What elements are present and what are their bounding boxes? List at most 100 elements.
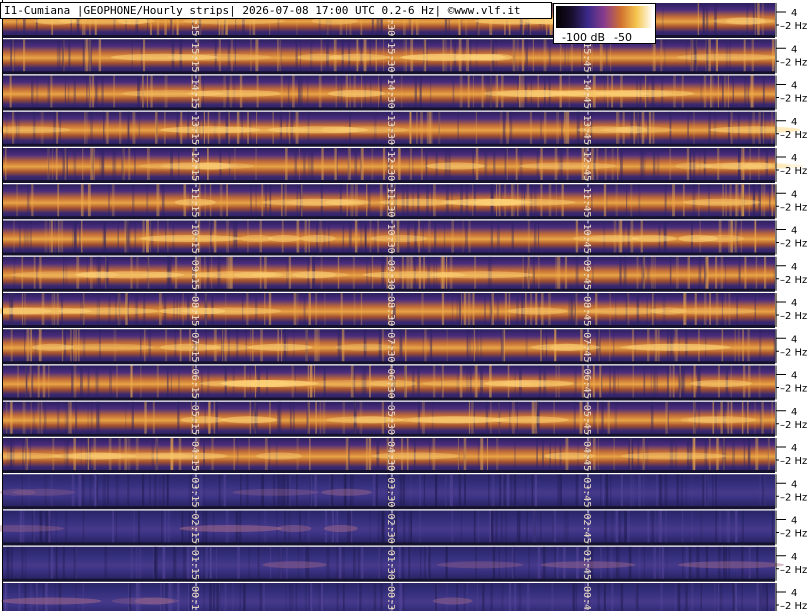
strip-texture-streak — [537, 256, 540, 291]
strip-texture-streak — [457, 438, 459, 472]
strip-texture-streak — [525, 474, 527, 509]
freq-label-2hz: –2 Hz — [780, 565, 807, 576]
strip-texture-streak — [55, 148, 58, 182]
strip-texture-streak — [566, 510, 569, 545]
strip-texture-streak — [68, 39, 71, 74]
strip-texture-streak — [73, 148, 77, 182]
strip-texture-streak — [654, 256, 656, 291]
strip-texture-streak — [597, 583, 601, 611]
strip-texture-streak — [592, 365, 595, 400]
strip-texture-streak — [248, 546, 250, 581]
strip-texture-streak — [400, 75, 403, 110]
strip-texture-streak — [605, 39, 608, 74]
strip-texture-streak — [532, 256, 534, 291]
strip-signal-blob — [448, 198, 533, 206]
strip-15: 15:15 15:30 15:45 4 –2 Hz — [3, 39, 807, 75]
strip-texture-streak — [62, 39, 64, 74]
strip-signal-blob — [676, 53, 778, 61]
strip-texture-streak — [73, 75, 76, 110]
time-label: 01:45 — [581, 550, 592, 580]
strip-texture-streak — [747, 438, 750, 472]
strip-texture-streak — [408, 546, 411, 581]
strip-texture-streak — [378, 546, 381, 581]
strip-texture-streak — [57, 220, 60, 255]
strip-texture-streak — [456, 293, 459, 327]
strip-texture-streak — [526, 583, 530, 611]
strip-texture-streak — [126, 111, 130, 146]
strip-texture-streak — [334, 148, 337, 182]
time-label: 07:45 — [581, 332, 592, 362]
strip-texture-streak — [154, 474, 157, 509]
strip-signal-blob — [370, 235, 428, 242]
strip-texture-streak — [233, 438, 235, 472]
freq-label-4: 4 — [791, 479, 797, 490]
strip-texture-streak — [88, 39, 92, 74]
strip-texture-streak — [49, 220, 50, 255]
strip-texture-streak — [16, 184, 19, 219]
strip-texture-streak — [567, 39, 569, 74]
strip-texture-streak — [372, 474, 376, 509]
strip-texture-streak — [85, 39, 89, 74]
strip-texture-streak — [133, 510, 135, 545]
freq-label-2hz: –2 Hz — [780, 57, 807, 68]
strip-texture-streak — [480, 329, 483, 364]
strip-texture-streak — [412, 148, 414, 182]
strip-texture-streak — [764, 256, 767, 291]
strip-texture-streak — [636, 256, 639, 291]
strip-texture-streak — [399, 329, 403, 364]
time-label: 13:15 — [189, 115, 200, 145]
strip-texture-streak — [714, 583, 716, 611]
strip-texture-streak — [71, 365, 74, 400]
strip-texture-streak — [617, 148, 619, 182]
strip-texture-streak — [478, 510, 480, 545]
strip-texture-streak — [630, 184, 633, 219]
strip-texture-streak — [661, 546, 664, 581]
strip-texture-streak — [666, 546, 668, 581]
strip-texture-streak — [419, 474, 421, 509]
strip-texture-streak — [9, 75, 12, 110]
strip-texture-streak — [466, 329, 468, 364]
strip-texture-streak — [659, 474, 662, 509]
strip-texture-streak — [111, 184, 115, 219]
colorbar-tick-max: -50 — [614, 31, 632, 44]
strip-texture-streak — [163, 546, 166, 581]
strip-texture-streak — [289, 401, 292, 436]
strip-texture-streak — [298, 75, 301, 110]
strip-texture-streak — [326, 546, 330, 581]
strip-texture-streak — [534, 474, 538, 509]
strip-texture-streak — [462, 220, 464, 255]
strip-texture-streak — [205, 546, 208, 581]
strip-signal-blob — [300, 235, 336, 242]
chart-title: I1-Cumiana |GEOPHONE/Hourly strips| 2026… — [0, 2, 552, 19]
strip-texture-streak — [360, 148, 364, 182]
strip-texture-streak — [703, 75, 707, 110]
strip-texture-streak — [86, 111, 88, 146]
strip-texture-streak — [514, 438, 516, 472]
strip-texture-streak — [458, 293, 462, 327]
strip-texture-streak — [51, 546, 53, 581]
colorbar-legend: -100 dB -50 — [553, 3, 656, 44]
strip-texture-streak — [754, 220, 757, 255]
strip-texture-streak — [26, 184, 30, 219]
strip-signal-blob — [680, 416, 728, 424]
strip-texture-streak — [259, 583, 263, 611]
strip-texture-streak — [597, 401, 599, 436]
strip-texture-streak — [719, 510, 722, 545]
strip-texture-streak — [114, 148, 117, 182]
strip-signal-blob — [677, 561, 785, 569]
strip-texture-streak — [639, 148, 642, 182]
strip-texture-streak — [404, 510, 406, 545]
strip-texture-streak — [104, 546, 106, 581]
time-label: 11:45 — [581, 187, 592, 217]
strip-texture-streak — [613, 329, 615, 364]
strip-texture-streak — [17, 365, 19, 400]
strip-texture-streak — [218, 583, 221, 611]
strip-texture-streak — [32, 401, 36, 436]
strip-texture-streak — [173, 546, 175, 581]
strip-texture-streak — [26, 329, 30, 364]
strip-texture-streak — [552, 510, 555, 545]
strip-texture-streak — [239, 583, 242, 611]
strip-texture-streak — [683, 365, 686, 400]
strip-texture-streak — [463, 583, 466, 611]
strip-texture-streak — [119, 111, 122, 146]
